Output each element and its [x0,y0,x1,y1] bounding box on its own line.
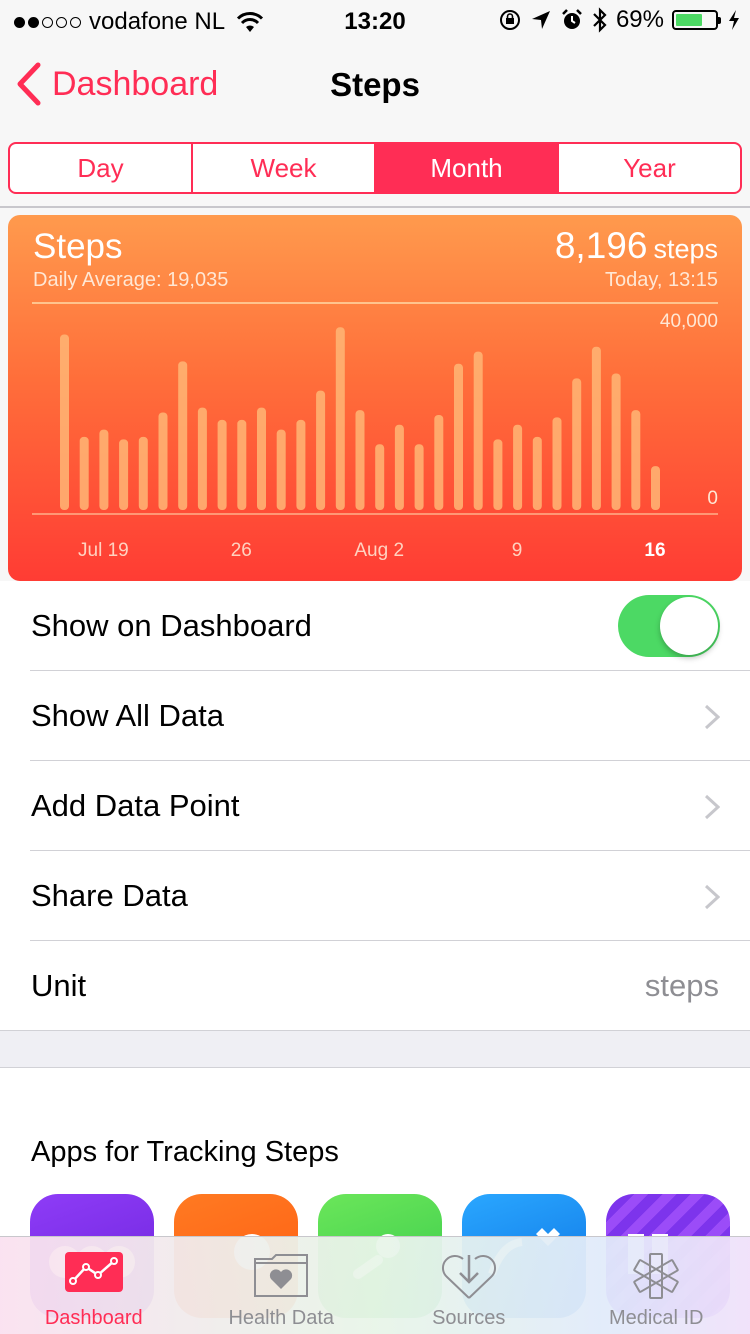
segment-year[interactable]: Year [559,144,740,192]
chart-bar [335,327,345,510]
unit-value: steps [644,968,719,1003]
chart-bar [434,414,444,510]
daily-average: Daily Average: 19,035 [33,269,229,291]
chart-bar [316,390,326,510]
alarm-icon [562,9,582,29]
chart-bar [532,436,542,510]
tab-health-data-label: Health Data [228,1307,335,1329]
y-tick-label: 40,000 [660,311,718,332]
time-range-segmented-control: Day Week Month Year [8,142,742,194]
chart-bar [552,417,562,510]
sources-icon [441,1254,496,1299]
medical-id-icon [633,1253,679,1299]
chart-bar [414,444,424,510]
chart-bar [296,419,306,510]
chart-bar [276,429,286,510]
chart-bar [257,407,266,510]
chart-bar [394,424,404,510]
show-on-dashboard-label: Show on Dashboard [31,608,312,643]
today-steps-unit: steps [653,234,718,264]
tab-sources-label: Sources [432,1307,506,1329]
add-data-point-row[interactable]: Add Data Point [0,761,750,851]
chart-bar [611,373,621,510]
chart-bar [158,412,168,510]
chart-bar [355,410,365,510]
chart-bar [138,436,148,510]
steps-chart-card[interactable]: 40,000 0 Jul 19 26 Aug 2 9 16 Steps Daily Aver… [8,215,742,581]
chart-title: Steps [33,227,123,266]
navigation-bar: Dashboard Steps [0,40,750,128]
status-right: 69% [498,6,740,34]
tab-dashboard[interactable]: Dashboard [0,1237,188,1334]
toggle-knob [660,597,718,655]
chart-bar [237,419,247,510]
show-all-data-label: Show All Data [31,698,224,733]
bluetooth-icon [593,7,607,33]
show-all-data-row[interactable]: Show All Data [0,671,750,761]
x-tick-label: Jul 19 [78,540,129,561]
chart-bar [79,436,89,510]
tab-medical-id[interactable]: Medical ID [563,1237,750,1334]
unit-row[interactable]: Unit steps [0,941,750,1031]
today-value: 8,196 steps [555,225,718,267]
page-title: Steps [330,66,420,103]
chart-bar [513,424,523,510]
chart-bar [197,407,207,510]
x-tick-label: 26 [231,540,252,561]
health-data-icon [254,1254,309,1297]
x-tick-label: Aug 2 [354,540,404,561]
status-bar: vodafone NL 13:20 69% [0,0,750,40]
y-tick-label: 0 [707,488,718,509]
tab-bar: Dashboard Health Data Sources Medical ID [0,1236,750,1334]
apps-section-title: Apps for Tracking Steps [31,1136,339,1168]
share-data-row[interactable]: Share Data [0,851,750,941]
chart-bar [473,351,483,510]
chart-bar [631,410,641,510]
chart-bar [591,346,601,510]
chart-bar [375,444,385,510]
chart-bar [217,419,227,510]
tab-dashboard-label: Dashboard [44,1307,143,1329]
section-separator [0,1031,750,1068]
tab-medical-id-label: Medical ID [609,1307,704,1329]
segment-week[interactable]: Week [193,144,376,192]
chart-bar [493,439,503,510]
show-on-dashboard-row: Show on Dashboard [0,581,750,671]
chart-bar [651,466,660,510]
chart-bar [572,378,582,510]
location-icon [531,11,550,29]
battery-percent: 69% [615,6,664,33]
chart-bar [178,361,188,510]
chart-bar [454,363,463,510]
dashboard-icon [64,1252,123,1292]
battery-icon [672,10,721,30]
tab-health-data[interactable]: Health Data [188,1237,376,1334]
unit-label: Unit [31,968,87,1003]
chevron-right-icon [704,794,720,820]
divider [0,206,750,208]
chevron-right-icon [704,704,720,730]
orientation-lock-icon [499,10,520,30]
segment-month[interactable]: Month [376,144,559,192]
chart-bar [99,429,109,510]
add-data-point-label: Add Data Point [31,788,240,823]
share-data-label: Share Data [31,878,188,913]
tab-sources[interactable]: Sources [375,1237,563,1334]
x-tick-label: 9 [512,540,523,561]
charging-icon [729,10,739,30]
chart-bar [60,334,69,510]
x-tick-label: 16 [644,540,665,561]
chart-bar [119,439,129,510]
chevron-right-icon [704,884,720,910]
today-steps-count: 8,196 [554,225,648,266]
segment-day[interactable]: Day [10,144,193,192]
settings-list: Show on Dashboard Show All Data Add Data… [0,581,750,1031]
today-timestamp: Today, 13:15 [604,269,718,291]
show-on-dashboard-toggle[interactable] [618,595,720,657]
